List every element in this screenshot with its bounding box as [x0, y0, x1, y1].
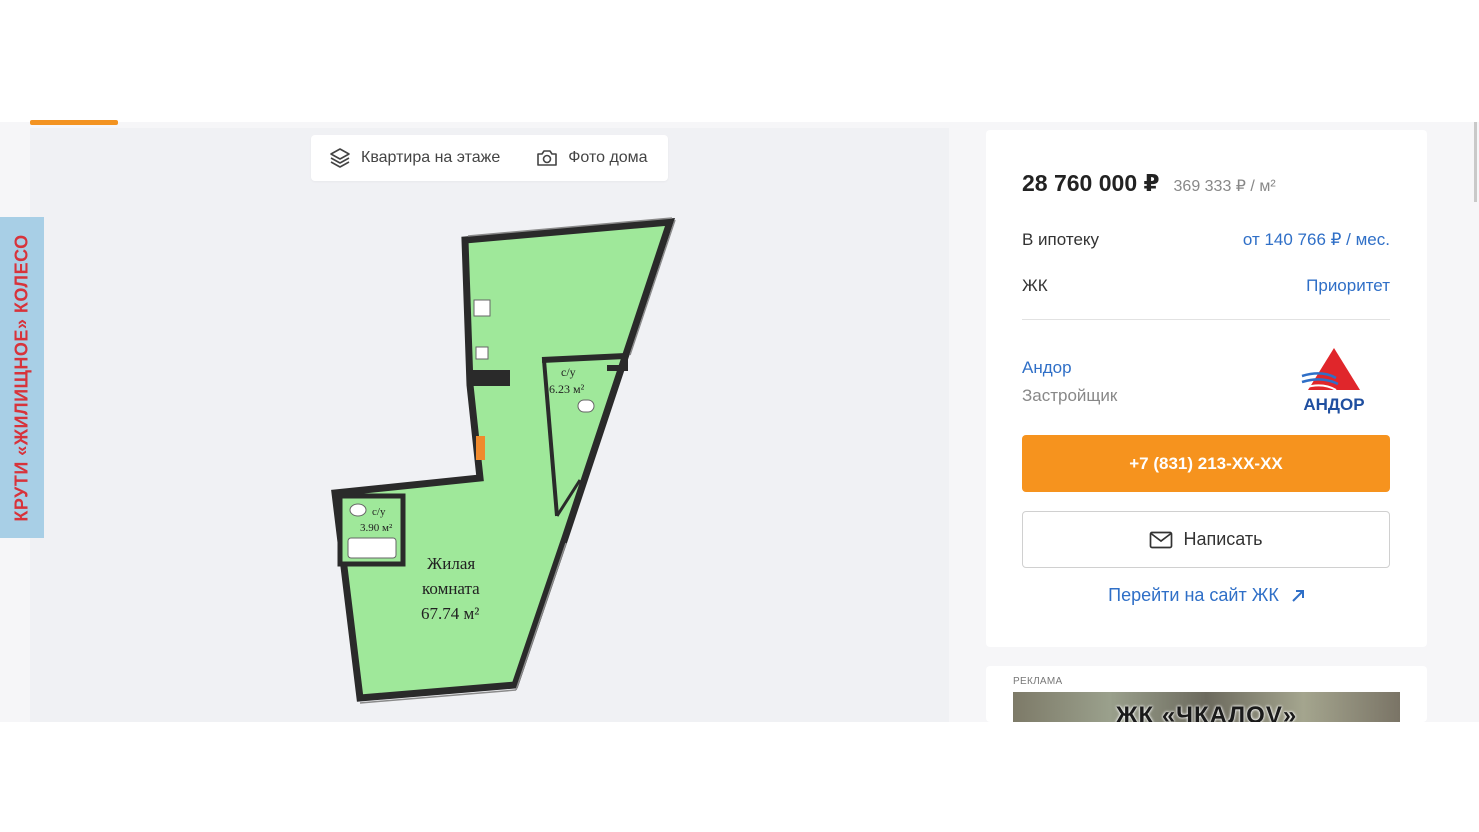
complex-label: ЖК: [1022, 276, 1048, 295]
plan-view-tabs: Квартира на этаже Фото дома: [311, 135, 668, 181]
camera-icon: [537, 150, 558, 166]
bath2-toilet: [349, 503, 367, 517]
divider: [1022, 319, 1390, 320]
write-button-label: Написать: [1183, 529, 1263, 549]
mortgage-row: В ипотеку от 140 766 ₽ / мес.: [1022, 230, 1390, 250]
living-room-name-line2: комната: [422, 579, 480, 598]
phone-button[interactable]: +7 (831) 213-XX-XX: [1022, 435, 1390, 492]
bath1-fixture: [577, 399, 595, 413]
ad-card[interactable]: РЕКЛАМА ЖК «ЧКАЛОV»: [986, 666, 1427, 722]
active-tab-indicator: [30, 120, 118, 125]
floorplan-fill: [331, 218, 676, 702]
phone-button-label: +7 (831) 213-XX-XX: [1129, 453, 1283, 473]
developer-link[interactable]: Андор: [1022, 358, 1072, 378]
kitchen-sink: [475, 346, 489, 360]
envelope-icon: [1150, 531, 1173, 548]
bath2-name: с/у: [372, 506, 386, 518]
complex-link[interactable]: Приоритет: [1306, 276, 1390, 296]
bath1-name: с/у: [561, 365, 576, 379]
ad-banner-text: ЖК «ЧКАЛОV»: [1115, 702, 1298, 722]
mortgage-link[interactable]: от 140 766 ₽ / мес.: [1243, 230, 1390, 250]
bath1-area: 6.23 м²: [549, 382, 585, 396]
layers-icon: [330, 148, 350, 168]
living-room-name-line1: Жилая: [427, 554, 475, 573]
developer-logo-text: АНДОР: [1303, 395, 1364, 414]
complex-site-link-label: Перейти на сайт ЖК: [1108, 585, 1279, 605]
arrow-up-right-icon: [1292, 589, 1304, 602]
side-promo-banner[interactable]: КРУТИ «ЖИЛИЩНОЕ» КОЛЕСО: [0, 217, 44, 538]
price-per-m2: 369 333 ₽ / м²: [1173, 178, 1276, 195]
developer-role: Застройщик: [1022, 386, 1118, 405]
tab-house-photo-label: Фото дома: [568, 149, 648, 166]
ad-label: РЕКЛАМА: [1013, 676, 1063, 687]
tab-house-photo[interactable]: Фото дома: [518, 135, 665, 181]
ad-banner[interactable]: ЖК «ЧКАЛОV»: [1013, 692, 1400, 722]
price-row: 28 760 000 ₽ 369 333 ₽ / м²: [1022, 170, 1276, 197]
complex-row: ЖК Приоритет: [1022, 276, 1390, 296]
kitchen-stove: [473, 299, 491, 317]
bath2-area: 3.90 м²: [360, 522, 393, 534]
price: 28 760 000 ₽: [1022, 170, 1160, 196]
developer-logo[interactable]: АНДОР: [1296, 346, 1372, 416]
side-promo-text: КРУТИ «ЖИЛИЩНОЕ» КОЛЕСО: [11, 233, 32, 522]
entrance-door: [476, 436, 485, 460]
write-button[interactable]: Написать: [1022, 511, 1390, 568]
scrollbar[interactable]: [1474, 122, 1477, 202]
apartment-floorplan: с/у 6.23 м² с/у 3.90 м² Жилая комната 67…: [331, 217, 676, 704]
living-room-area: 67.74 м²: [421, 604, 479, 623]
bath2-bathtub: [347, 537, 397, 559]
mortgage-label: В ипотеку: [1022, 230, 1100, 249]
complex-site-link[interactable]: Перейти на сайт ЖК: [986, 585, 1427, 606]
wall-block: [472, 370, 510, 386]
tab-apartment-on-floor[interactable]: Квартира на этаже: [311, 135, 518, 181]
tab-apartment-on-floor-label: Квартира на этаже: [361, 149, 501, 166]
offer-card: 28 760 000 ₽ 369 333 ₽ / м² В ипотеку от…: [986, 130, 1427, 647]
